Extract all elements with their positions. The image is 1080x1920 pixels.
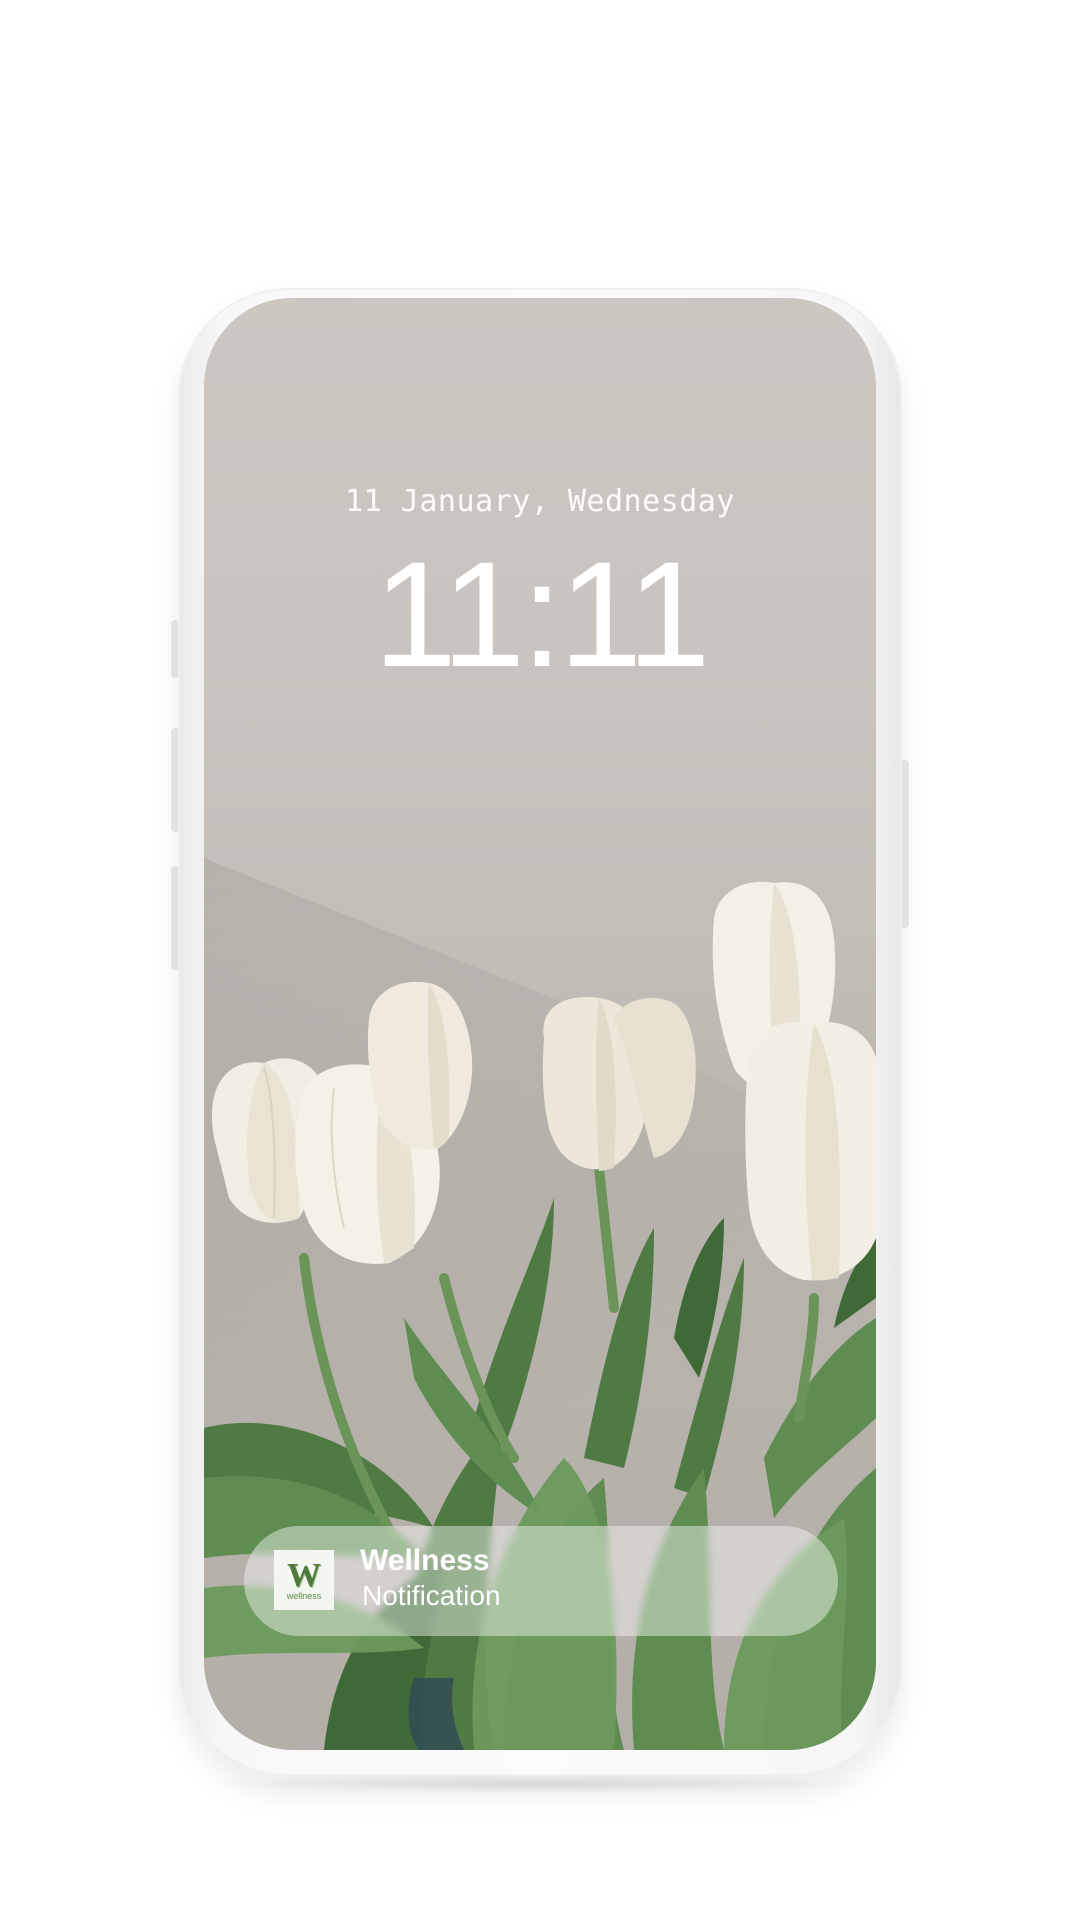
canvas: 11 January, Wednesday 11:11 W wellness W… [0,0,1080,1920]
notification-body: Notification [362,1580,501,1611]
lock-screen-date: 11 January, Wednesday [345,484,735,519]
notification-title: Wellness [360,1544,490,1577]
power-button [901,760,909,928]
wellness-app-icon: W wellness [274,1550,334,1610]
notification-banner[interactable]: W wellness Wellness Notification [244,1526,838,1636]
app-icon-caption: wellness [286,1591,322,1601]
phone-shadow [210,1774,870,1794]
lock-screen-clock: 11:11 [373,530,710,698]
app-icon-letter: W [287,1557,321,1594]
lock-screen: 11 January, Wednesday 11:11 W wellness W… [204,298,876,1750]
